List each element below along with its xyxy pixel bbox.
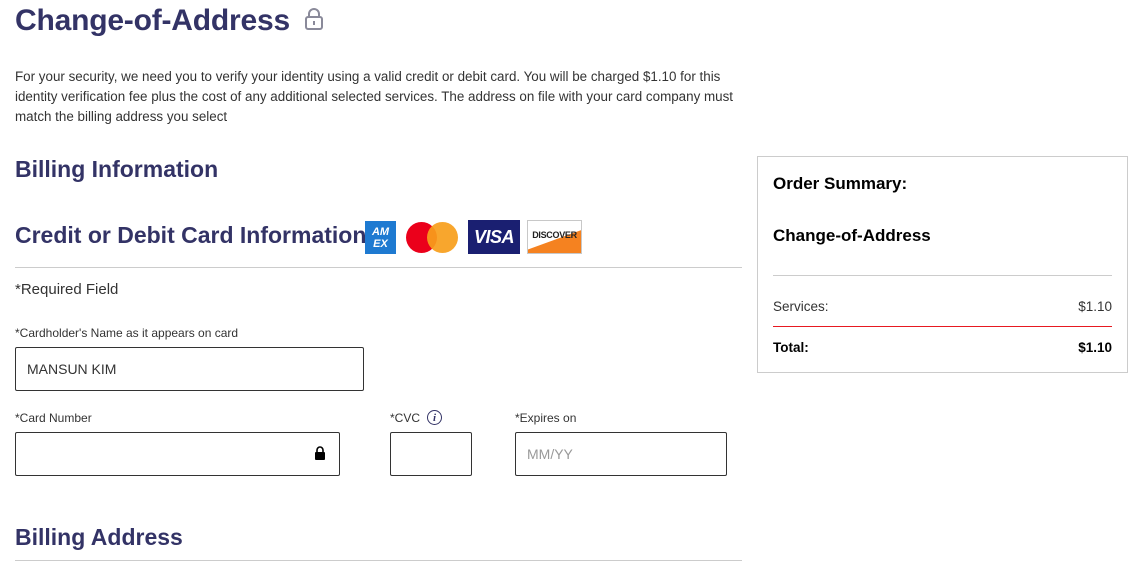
cvc-input[interactable] bbox=[390, 432, 472, 476]
services-label: Services: bbox=[773, 299, 829, 314]
divider bbox=[15, 560, 742, 561]
visa-logo: VISA bbox=[468, 220, 520, 254]
total-label: Total: bbox=[773, 340, 809, 355]
expires-on-label: *Expires on bbox=[515, 411, 577, 425]
page-title: Change-of-Address bbox=[15, 4, 290, 37]
mastercard-logo bbox=[406, 221, 458, 254]
required-field-note: *Required Field bbox=[15, 281, 119, 298]
info-icon[interactable]: i bbox=[427, 410, 442, 425]
cardholder-name-input[interactable] bbox=[15, 347, 364, 391]
billing-information-heading: Billing Information bbox=[15, 156, 219, 182]
total-divider bbox=[773, 326, 1112, 327]
expires-on-input[interactable] bbox=[515, 432, 727, 476]
billing-address-heading: Billing Address bbox=[15, 524, 183, 550]
order-summary-title: Order Summary: bbox=[773, 174, 908, 193]
accepted-cards: AM EX VISA DISCOVER bbox=[365, 220, 582, 254]
amex-logo: AM EX bbox=[365, 220, 396, 254]
services-value: $1.10 bbox=[1078, 299, 1112, 314]
discover-logo: DISCOVER bbox=[527, 220, 582, 254]
card-number-input[interactable] bbox=[15, 432, 340, 476]
cvc-label: *CVC bbox=[390, 411, 421, 425]
card-information-heading: Credit or Debit Card Information bbox=[15, 222, 367, 248]
cardholder-name-label: *Cardholder's Name as it appears on card bbox=[15, 326, 239, 340]
order-summary-item: Change-of-Address bbox=[773, 226, 931, 245]
page-title-row: Change-of-Address bbox=[15, 4, 324, 38]
services-row: Services: $1.10 bbox=[773, 299, 1112, 314]
lock-icon bbox=[314, 446, 326, 460]
lock-icon bbox=[304, 7, 324, 31]
order-summary-panel: Order Summary: Change-of-Address Service… bbox=[757, 156, 1128, 373]
intro-text: For your security, we need you to verify… bbox=[15, 69, 734, 124]
card-number-label: *Card Number bbox=[15, 411, 92, 425]
total-value: $1.10 bbox=[1078, 340, 1112, 355]
total-row: Total: $1.10 bbox=[773, 340, 1112, 355]
divider bbox=[15, 267, 742, 268]
divider bbox=[773, 275, 1112, 276]
